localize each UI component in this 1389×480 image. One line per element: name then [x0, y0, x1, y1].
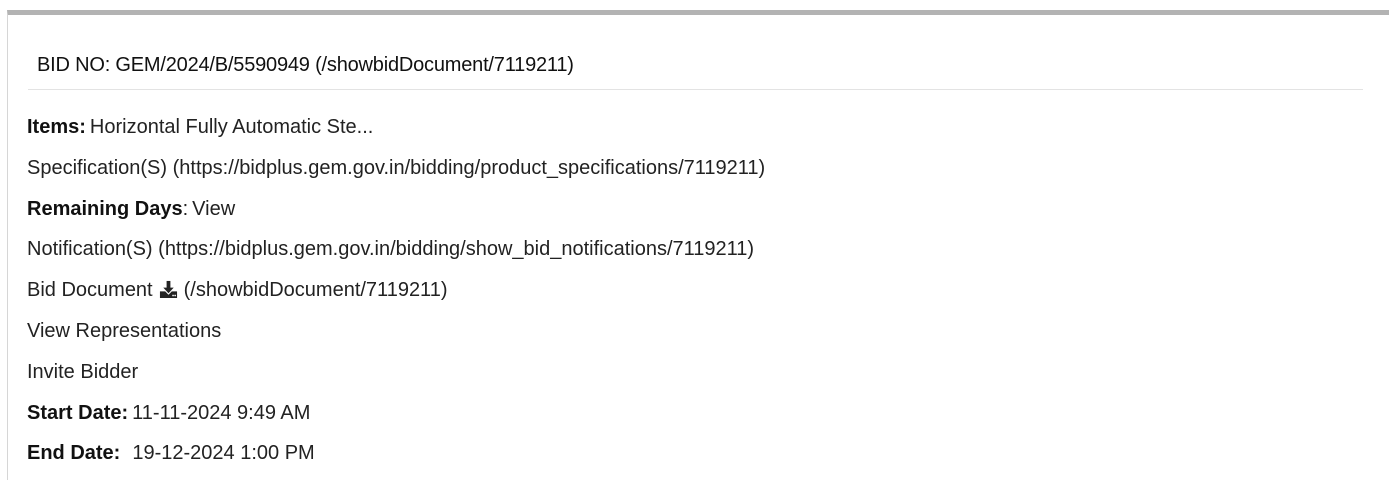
invite-bidder-row: Invite Bidder — [27, 352, 1369, 393]
end-date-value: 19-12-2024 1:00 PM — [132, 442, 315, 465]
remaining-days-separator: : — [182, 197, 189, 220]
notification-link[interactable]: Notification(S) (https://bidplus.gem.gov… — [27, 238, 754, 260]
notification-row: Notification(S) (https://bidplus.gem.gov… — [27, 229, 1369, 270]
start-date-value: 11-11-2024 9:49 AM — [132, 401, 311, 424]
specification-link[interactable]: Specification(S) (https://bidplus.gem.go… — [27, 157, 765, 179]
bid-document-link[interactable]: Bid Document (/showbidDocument/7119211) — [27, 279, 447, 301]
specification-row: Specification(S) (https://bidplus.gem.go… — [27, 148, 1369, 189]
bid-document-label: Bid Document — [27, 279, 153, 302]
invite-bidder-link[interactable]: Invite Bidder — [27, 361, 138, 383]
items-label: Items: — [27, 116, 86, 138]
start-date-row: Start Date: 11-11-2024 9:49 AM — [27, 393, 1369, 434]
bid-document-row: Bid Document (/showbidDocument/7119211) — [27, 270, 1369, 311]
remaining-days-row: Remaining Days: View — [27, 189, 1369, 230]
download-icon — [159, 281, 177, 299]
bid-card-header: BID NO: GEM/2024/B/5590949 (/showbidDocu… — [28, 15, 1363, 90]
view-representations-link[interactable]: View Representations — [27, 320, 221, 342]
bid-number-link[interactable]: BID NO: GEM/2024/B/5590949 (/showbidDocu… — [37, 53, 574, 77]
bid-document-url: (/showbidDocument/7119211) — [183, 279, 448, 302]
items-value: Horizontal Fully Automatic Ste... — [89, 116, 374, 138]
view-representations-row: View Representations — [27, 311, 1369, 352]
start-date-label: Start Date: — [27, 401, 129, 424]
remaining-days-view-link[interactable]: View — [192, 198, 235, 220]
remaining-days-label: Remaining Days — [27, 197, 183, 220]
end-date-label: End Date: — [27, 442, 121, 465]
items-row: Items: Horizontal Fully Automatic Ste... — [27, 107, 1369, 148]
bid-card-body: Items: Horizontal Fully Automatic Ste... … — [27, 116, 1369, 474]
bid-card: BID NO: GEM/2024/B/5590949 (/showbidDocu… — [7, 10, 1389, 480]
end-date-row: End Date: 19-12-2024 1:00 PM — [27, 433, 1369, 474]
